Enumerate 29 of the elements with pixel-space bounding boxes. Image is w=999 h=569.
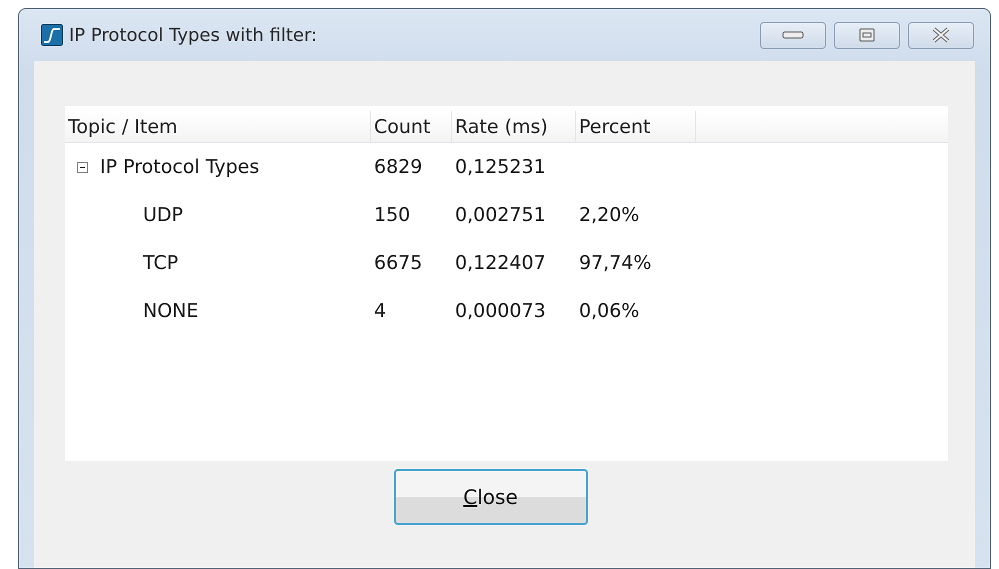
table-cell-text: 0,000073 <box>454 298 547 324</box>
tree-item-label[interactable]: IP Protocol Types <box>100 152 260 182</box>
tree-item-label[interactable]: TCP <box>143 248 178 278</box>
column-header[interactable]: Rate (ms) <box>452 111 576 142</box>
table-cell-text: 6829 <box>373 154 424 180</box>
column-header[interactable]: Topic / Item <box>65 111 371 142</box>
minimize-button[interactable] <box>760 22 826 48</box>
table-cell-text: 2,20% <box>578 202 640 228</box>
close-icon <box>931 27 951 43</box>
table-cell-text: 150 <box>373 202 412 228</box>
table-cell-text: 0,122407 <box>454 250 547 276</box>
tree-item-label[interactable]: NONE <box>143 296 198 326</box>
table-cell-text: 0,06% <box>578 298 640 324</box>
table-cell-text: 97,74% <box>578 250 652 276</box>
maximize-icon <box>859 28 875 42</box>
table-cell-text: 0,002751 <box>454 202 547 228</box>
maximize-button[interactable] <box>834 22 900 48</box>
collapse-icon[interactable] <box>77 162 88 172</box>
column-header[interactable]: Percent <box>576 111 696 142</box>
app-icon <box>41 24 63 46</box>
table-cell-text: 6675 <box>373 250 424 276</box>
table-cell-text: 4 <box>373 298 388 324</box>
minimize-icon <box>782 30 804 40</box>
window-title: IP Protocol Types with filter: <box>69 24 318 48</box>
column-header[interactable]: Count <box>371 111 452 142</box>
tree-item-label[interactable]: UDP <box>143 200 183 230</box>
close-dialog-button[interactable]: Close <box>394 469 588 525</box>
table-cell-text: 0,125231 <box>454 154 547 180</box>
close-button[interactable] <box>908 22 974 48</box>
